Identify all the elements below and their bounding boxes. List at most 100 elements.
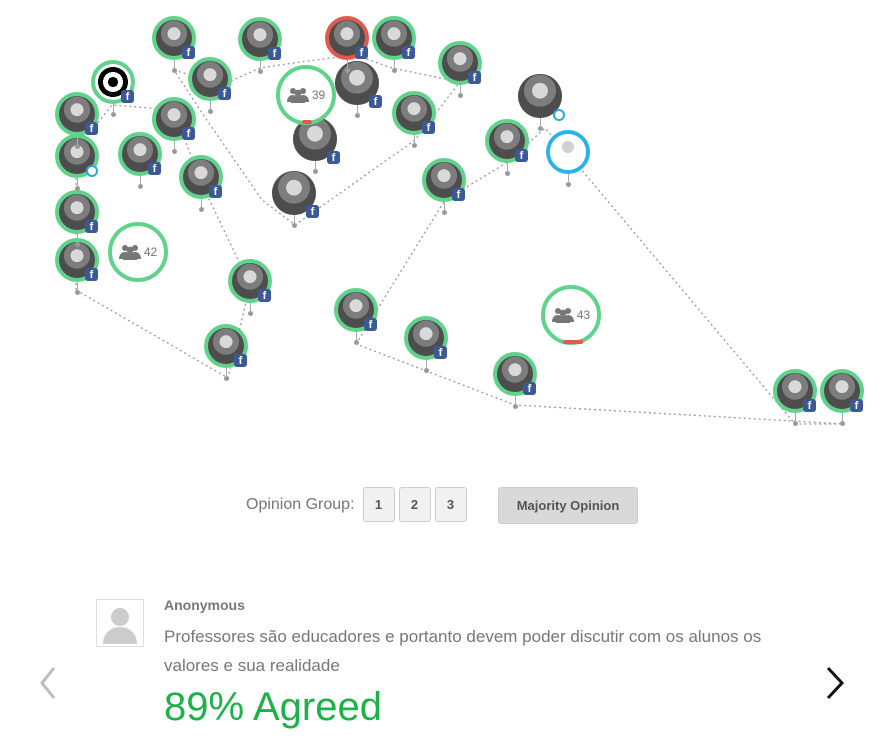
anchor-line [414,135,415,144]
facebook-icon: f [85,268,98,281]
facebook-icon: f [850,399,863,412]
anonymous-avatar [96,599,144,647]
participant-avatar[interactable]: f [334,288,378,332]
chevron-left-icon[interactable] [34,664,64,702]
anchor-line [250,303,251,312]
opinion-group-label: Opinion Group: [246,495,355,513]
selected-participant-avatar[interactable] [546,130,590,174]
opinion-map: f f f f f f f f f f f 39 f f f f f f f f… [0,0,884,450]
anchor-line [394,60,395,69]
disagree-arc [302,120,312,124]
group-b-bubble[interactable]: 42 [108,222,168,282]
anchor-line [357,105,358,114]
anchor-line [347,60,348,69]
facebook-icon: f [327,151,340,164]
participant-avatar[interactable]: f [179,155,223,199]
anchor-line [260,61,261,70]
anchor-line [210,101,211,110]
facebook-icon: f [218,87,231,100]
participant-avatar[interactable]: f [152,16,196,60]
participant-avatar[interactable]: f [438,41,482,85]
anchor-line [77,136,78,145]
facebook-icon: f [85,122,98,135]
facebook-icon: f [306,205,319,218]
group-a-bubble[interactable]: 39 [276,65,336,125]
facebook-icon: f [523,382,536,395]
facebook-icon: f [468,71,481,84]
facebook-icon: f [803,399,816,412]
participant-avatar[interactable]: f [773,369,817,413]
anchor-line [444,202,445,211]
facebook-icon: f [258,289,271,302]
anchor-line [460,85,461,94]
participant-avatar[interactable]: f [91,60,135,104]
anchor-line [507,163,508,172]
twitter-icon [86,165,98,177]
facebook-icon: f [148,162,161,175]
group-3-button[interactable]: 3 [434,487,467,522]
participant-avatar[interactable]: f [422,158,466,202]
anchor-line [426,360,427,369]
anchor-line [77,234,78,243]
anchor-line [540,118,541,127]
facebook-icon: f [422,121,435,134]
anchor-line [77,282,78,291]
anchor-line [795,413,796,422]
participant-avatar[interactable]: f [493,352,537,396]
facebook-icon: f [369,95,382,108]
anchor-line [113,104,114,113]
participant-avatar[interactable]: f [188,57,232,101]
group-count: 42 [143,245,158,259]
group-count: 39 [311,88,326,102]
people-icon [286,88,309,103]
anchor-line [294,215,295,224]
participant-avatar[interactable]: f [228,259,272,303]
group-1-button[interactable]: 1 [362,487,395,522]
participant-avatar[interactable]: f [204,324,248,368]
facebook-icon: f [182,127,195,140]
participant-avatar[interactable]: f [55,190,99,234]
opinion-group-selector: Opinion Group: 1 2 3 [246,487,471,522]
anchor-line [77,178,78,187]
agreement-result: 89% Agreed [164,685,382,729]
anchor-line [842,413,843,422]
anchor-line [515,396,516,405]
facebook-icon: f [355,46,368,59]
majority-opinion-button[interactable]: Majority Opinion [498,487,638,524]
participant-avatar[interactable]: f [392,91,436,135]
anchor-line [140,176,141,185]
facebook-icon: f [364,318,377,331]
facebook-icon: f [209,185,222,198]
facebook-icon: f [85,220,98,233]
comment-text: Professores são educadores e portanto de… [164,627,762,675]
participant-avatar[interactable]: f [238,17,282,61]
anchor-line [201,199,202,208]
anchor-line [174,60,175,69]
facebook-icon: f [402,46,415,59]
facebook-icon: f [182,46,195,59]
participant-avatar[interactable]: f [485,119,529,163]
anchor-line [226,368,227,377]
participant-avatar[interactable]: f [325,16,369,60]
anchor-line [356,332,357,341]
anchor-line [568,174,569,183]
group-2-button[interactable]: 2 [398,487,431,522]
disagree-arc [563,340,583,344]
participant-avatar[interactable]: f [152,97,196,141]
participant-avatar[interactable] [518,74,565,121]
chevron-right-icon[interactable] [820,664,850,702]
user-silhouette-icon [103,608,137,644]
participant-avatar[interactable]: f [404,316,448,360]
participant-avatar[interactable]: f [118,132,162,176]
anchor-line [315,161,316,170]
participant-avatar[interactable]: f [372,16,416,60]
twitter-icon [553,109,565,121]
facebook-icon: f [434,346,447,359]
participant-avatar[interactable]: f [55,92,99,136]
facebook-icon: f [452,188,465,201]
participant-avatar[interactable]: f [820,369,864,413]
group-c-bubble[interactable]: 43 [541,285,601,345]
participant-avatar[interactable]: f [272,171,319,218]
participant-avatar[interactable]: f [335,61,382,108]
facebook-icon: f [268,47,281,60]
